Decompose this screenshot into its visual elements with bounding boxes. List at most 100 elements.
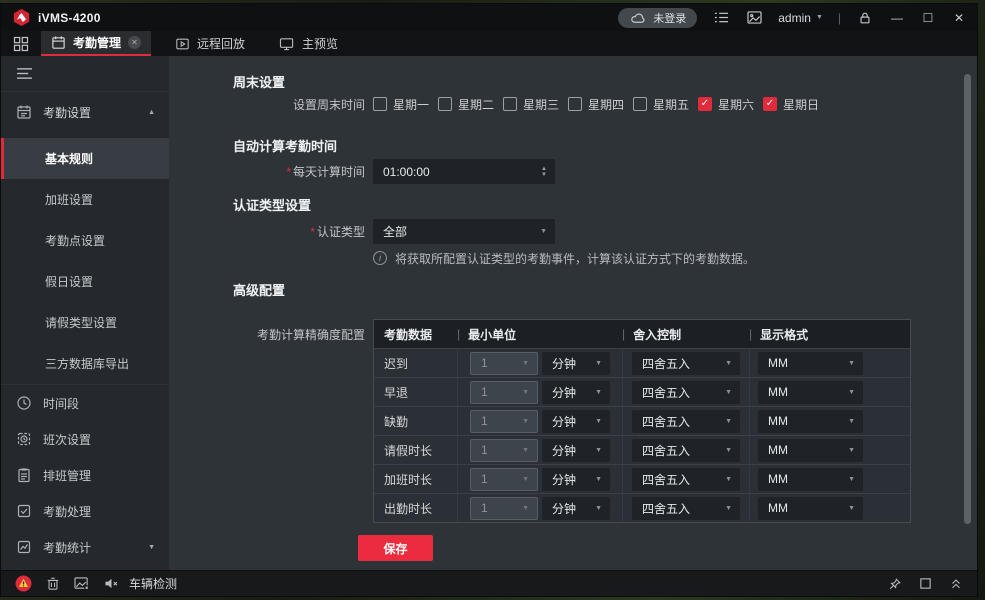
unit-value-select[interactable]: 1▼: [470, 439, 538, 462]
tab-main-view[interactable]: 主预览: [269, 31, 348, 56]
trash-icon[interactable]: [46, 576, 60, 591]
select-value: 分钟: [552, 384, 576, 401]
unit-value-select[interactable]: 1▼: [470, 497, 538, 520]
checkbox-icon[interactable]: ✓: [763, 97, 777, 111]
pin-icon[interactable]: [888, 577, 902, 591]
vertical-scrollbar[interactable]: [964, 74, 971, 524]
checkbox-icon[interactable]: [438, 97, 452, 111]
checkbox-icon[interactable]: ✓: [698, 97, 712, 111]
unit-select[interactable]: 分钟▼: [542, 410, 610, 433]
chevron-down-icon: ▼: [725, 360, 732, 367]
format-select[interactable]: MM▼: [758, 352, 863, 375]
sidebar-subitem-label: 加班设置: [45, 191, 93, 208]
unit-value-select[interactable]: 1▼: [470, 468, 538, 491]
select-value: MM: [768, 472, 788, 486]
sidebar-subitem[interactable]: 加班设置: [1, 179, 169, 220]
image-viewer-icon[interactable]: [745, 9, 763, 27]
chevron-down-icon: ▼: [848, 418, 855, 425]
sidebar-subitem[interactable]: 假日设置: [1, 261, 169, 302]
unit-select[interactable]: 分钟▼: [542, 468, 610, 491]
unit-select[interactable]: 分钟▼: [542, 439, 610, 462]
rounding-select[interactable]: 四舍五入▼: [632, 410, 740, 433]
rounding-select[interactable]: 四舍五入▼: [632, 352, 740, 375]
collapse-menu-icon[interactable]: [1, 56, 169, 92]
tab-close-icon[interactable]: ✕: [128, 36, 141, 49]
image-alert-icon[interactable]: [74, 577, 90, 591]
modules-grid-icon[interactable]: [1, 31, 41, 56]
task-list-icon[interactable]: [712, 9, 730, 27]
rounding-select[interactable]: 四舍五入▼: [632, 439, 740, 462]
format-cell: MM▼: [749, 349, 910, 377]
weekday-checkbox[interactable]: 星期二: [438, 96, 503, 113]
chevron-down-icon: ▼: [595, 476, 602, 483]
alarm-icon[interactable]: [15, 575, 32, 592]
unit-select[interactable]: 分钟 ▼: [542, 381, 610, 404]
checkbox-icon[interactable]: [633, 97, 647, 111]
unit-value-select[interactable]: 1▼: [470, 410, 538, 433]
weekday-checkbox[interactable]: 星期三: [503, 96, 568, 113]
sidebar-item-check-square[interactable]: 考勤处理: [1, 493, 169, 529]
info-icon: i: [373, 251, 387, 265]
chevron-down-icon: ▼: [522, 418, 529, 425]
maximize-button[interactable]: ☐: [920, 10, 936, 26]
select-value: MM: [768, 385, 788, 399]
sidebar-item-clipboard[interactable]: 排班管理: [1, 457, 169, 493]
weekday-checkbox[interactable]: 星期五: [633, 96, 698, 113]
sidebar-group-attendance-settings[interactable]: 考勤设置 ▲: [1, 92, 169, 132]
login-status-pill[interactable]: 未登录: [618, 8, 697, 28]
sidebar-item-clock[interactable]: 时间段: [1, 385, 169, 421]
format-select[interactable]: MM▼: [758, 381, 863, 404]
tab-label: 远程回放: [197, 35, 245, 52]
sidebar-subitem[interactable]: 考勤点设置: [1, 220, 169, 261]
unit-select[interactable]: 分钟▼: [542, 352, 610, 375]
table-row: 早退 1▼ 分钟 ▼ 四舍五入▼ MM▼: [374, 377, 910, 406]
weekday-checkbox[interactable]: 星期四: [568, 96, 633, 113]
spinner-arrows-icon[interactable]: ▲▼: [541, 166, 547, 178]
minimize-button[interactable]: —: [889, 10, 905, 26]
daily-calc-time-input[interactable]: 01:00:00 ▲▼: [373, 159, 555, 184]
unit-select[interactable]: 分钟▼: [542, 497, 610, 520]
sidebar-item-list: 时间段班次设置排班管理考勤处理考勤统计▼: [1, 384, 169, 565]
select-value: 分钟: [552, 500, 576, 517]
format-cell: MM▼: [749, 436, 910, 464]
collapse-up-icon[interactable]: [949, 577, 963, 590]
calendar-icon: [51, 35, 66, 50]
table-row: 缺勤1▼分钟▼四舍五入▼MM▼: [374, 406, 910, 435]
rounding-cell: 四舍五入▼: [622, 465, 749, 493]
format-select[interactable]: MM▼: [758, 410, 863, 433]
checkbox-icon[interactable]: [568, 97, 582, 111]
chevron-down-icon: ▼: [595, 389, 602, 396]
min-unit-cell: 1▼ 分钟 ▼: [457, 378, 622, 406]
checkbox-icon[interactable]: [373, 97, 387, 111]
format-select[interactable]: MM▼: [758, 468, 863, 491]
save-button[interactable]: 保存: [358, 535, 433, 561]
format-select[interactable]: MM▼: [758, 439, 863, 462]
table-header-cell: 考勤数据: [374, 320, 457, 348]
weekday-checkbox[interactable]: 星期一: [373, 96, 438, 113]
rounding-select[interactable]: 四舍五入▼: [632, 468, 740, 491]
lock-icon[interactable]: [856, 9, 874, 27]
user-menu[interactable]: admin ▼: [778, 11, 823, 25]
weekday-checkbox[interactable]: ✓星期六: [698, 96, 763, 113]
rounding-select[interactable]: 四舍五入▼: [632, 381, 740, 404]
auth-type-select[interactable]: 全部 ▼: [373, 219, 555, 244]
unit-value-select[interactable]: 1▼: [470, 352, 538, 375]
format-select[interactable]: MM▼: [758, 497, 863, 520]
sidebar-subitem[interactable]: 请假类型设置: [1, 302, 169, 343]
section-title-auto-calc: 自动计算考勤时间: [233, 138, 977, 156]
row-label: 早退: [374, 378, 457, 406]
sidebar-item-shift[interactable]: 班次设置: [1, 421, 169, 457]
weekday-checkbox[interactable]: ✓星期日: [763, 96, 828, 113]
select-value: 1: [481, 356, 488, 370]
tab-remote-playback[interactable]: 远程回放: [165, 31, 255, 56]
window-mode-icon[interactable]: [919, 577, 932, 590]
mute-speaker-icon[interactable]: [104, 577, 119, 590]
rounding-select[interactable]: 四舍五入▼: [632, 497, 740, 520]
sidebar-item-chart[interactable]: 考勤统计▼: [1, 529, 169, 565]
sidebar-subitem[interactable]: 三方数据库导出: [1, 343, 169, 384]
unit-value-select[interactable]: 1▼: [470, 381, 538, 404]
tab-attendance-management[interactable]: 考勤管理 ✕: [41, 31, 151, 56]
checkbox-icon[interactable]: [503, 97, 517, 111]
close-button[interactable]: ✕: [951, 10, 967, 26]
sidebar-subitem[interactable]: 基本规则: [1, 138, 169, 179]
